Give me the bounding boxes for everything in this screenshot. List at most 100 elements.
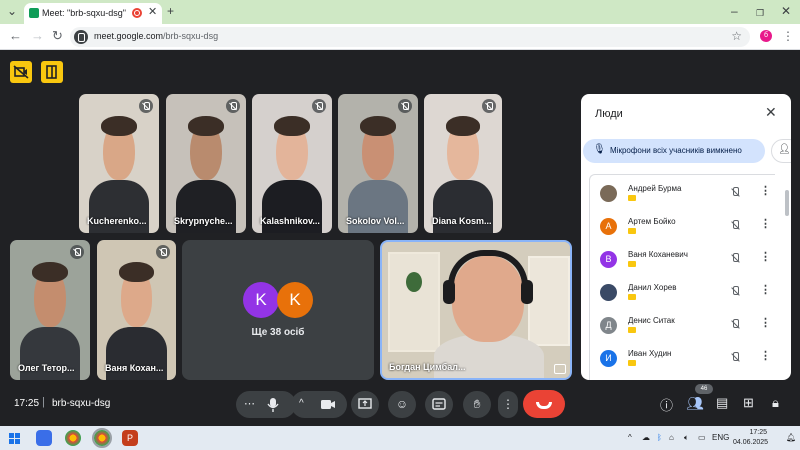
participant-name: Diana Kosm... [432,216,492,226]
present-screen-button[interactable] [351,391,379,418]
mute-all-status-chip[interactable]: 🎙︎ Мікрофони всіх учасників вимкнено [583,139,765,163]
people-icon[interactable]: 👥︎ [686,395,704,412]
headphone-cup-right [521,280,533,304]
tray-language[interactable]: ENG [712,433,729,442]
reactions-button[interactable]: ☺ [388,391,416,418]
self-video-tile[interactable]: Богдан Цимбал... [380,240,572,380]
tray-volume-icon[interactable]: 🔈︎ [684,433,689,443]
tray-chevron-icon[interactable]: ^ [628,433,632,442]
participant-7-tile[interactable]: Ваня Кохан... [97,240,176,380]
chat-icon[interactable]: ▤ [716,395,728,411]
meeting-clock: 17:25 [14,398,40,409]
person-more-options-icon[interactable]: ⋮ [760,217,771,230]
end-call-button[interactable] [523,390,565,418]
person-mic-off-icon[interactable] [730,319,740,330]
maximize-window-button[interactable]: ❐ [756,6,764,20]
minimize-window-button[interactable]: – [731,4,738,18]
forward-arrow-icon[interactable]: → [31,29,44,43]
more-participants-tile[interactable]: K K Ще 38 осіб [182,240,374,380]
person-mic-off-icon[interactable] [730,220,740,231]
reload-icon[interactable]: ↻ [52,29,63,43]
host-controls-icon[interactable]: 🔒︎ [772,395,779,411]
taskbar-powerpoint-icon[interactable]: P [122,430,138,446]
participant-4-tile[interactable]: Sokolov Vol... [338,94,418,233]
tray-network-icon[interactable]: ⌂ [669,433,674,442]
camera-off-notice-icon[interactable] [10,61,32,83]
new-tab-button[interactable]: + [167,4,174,18]
taskbar-clock[interactable]: 17:25 [733,429,767,436]
person-mic-off-icon[interactable] [730,286,740,297]
recording-indicator-icon [132,8,142,18]
video-options-chevron-icon[interactable]: ^ [299,390,304,417]
activities-notice-icon[interactable] [41,61,63,83]
person-mic-off-icon[interactable] [730,187,740,198]
participant-name: Ваня Кохан... [105,363,164,373]
participant-5-tile[interactable]: Diana Kosm... [424,94,502,233]
person-more-options-icon[interactable]: ⋮ [760,283,771,296]
notifications-bell-icon[interactable]: 🔔︎ [786,433,796,442]
emoji-smile-icon: ☺ [395,397,409,411]
taskbar-date[interactable]: 04.06.2025 [733,439,768,446]
audio-options-icon[interactable]: ⋯ [244,391,255,418]
site-info-icon[interactable] [74,30,88,44]
tray-battery-icon[interactable]: ▭ [698,433,706,442]
browser-tab-bar: ⌄ Meet: "brb-sqxu-dsg" ✕ + – ❐ ✕ [0,0,800,24]
role-tag-icon [628,228,636,234]
profile-avatar[interactable]: б [760,30,772,42]
panel-scrollbar[interactable] [785,190,789,216]
url-host: meet.google.com [94,31,164,41]
taskbar-chrome-active-icon[interactable] [92,428,112,448]
browser-menu-icon[interactable]: ⋮ [782,29,794,43]
tray-cloud-icon[interactable]: ☁ [642,433,650,442]
more-participants-label: Ще 38 осіб [251,327,305,338]
participant-2-tile[interactable]: Skrypnyche... [166,94,246,233]
more-options-button[interactable]: ⋮ [498,391,518,418]
close-window-button[interactable]: ✕ [781,4,791,18]
meeting-details-icon[interactable]: ⓘ [660,395,673,414]
participant-6-tile[interactable]: Олег Тетор... [10,240,90,380]
person-more-options-icon[interactable]: ⋮ [760,250,771,263]
more-avatar-1: K [243,282,279,318]
close-panel-icon[interactable]: ✕ [765,104,777,121]
participant-1-tile[interactable]: Kucherenko... [79,94,159,233]
person-more-options-icon[interactable]: ⋮ [760,316,771,329]
browser-tab[interactable]: Meet: "brb-sqxu-dsg" ✕ [24,3,162,24]
people-list-item[interactable]: Андрей Бурма ⋮ [590,177,776,210]
person-more-options-icon[interactable]: ⋮ [760,184,771,197]
person-mic-off-icon[interactable] [730,253,740,264]
windows-start-icon[interactable] [9,433,20,444]
people-list-item[interactable]: А Артем Бойко ⋮ [590,210,776,243]
person-avatar: В [600,251,617,268]
tray-bluetooth-icon[interactable]: ᛒ [657,433,662,442]
person-name: Артем Бойко [628,217,676,226]
muted-mic-icon [139,99,153,113]
tab-search-chevron-icon[interactable]: ⌄ [7,4,17,18]
present-screen-icon [358,398,372,409]
activities-icon[interactable]: ⊞ [743,395,754,411]
taskbar-chrome-icon[interactable] [65,430,81,446]
pip-icon[interactable] [554,364,566,374]
tab-close-icon[interactable]: ✕ [148,5,157,18]
participant-3-tile[interactable]: Kalashnikov... [252,94,332,233]
mute-all-label: Мікрофони всіх учасників вимкнено [610,146,742,155]
people-list-item[interactable]: Данил Хорев ⋮ [590,276,776,309]
people-list-item[interactable]: И Иван Худин ⋮ [590,342,776,375]
tab-title: Meet: "brb-sqxu-dsg" [42,8,126,18]
raise-hand-button[interactable]: ✋︎ [463,391,491,418]
people-list-item[interactable]: Д Денис Ситак ⋮ [590,309,776,342]
bookmark-star-icon[interactable]: ☆ [731,29,742,43]
back-arrow-icon[interactable]: ← [9,29,22,43]
person-more-options-icon[interactable]: ⋮ [760,349,771,362]
taskbar-app-people-icon[interactable] [36,430,52,446]
camera-control-group: ^ [291,391,347,418]
person-mic-off-icon[interactable] [730,352,740,363]
participant-name: Kucherenko... [87,216,147,226]
add-people-button[interactable]: 👤︎ [771,139,791,163]
camera-toggle-button[interactable] [319,391,337,428]
captions-button[interactable] [425,391,453,418]
participant-hair [119,262,154,282]
url-omnibox[interactable]: meet.google.com/brb-sqxu-dsg ☆ [70,27,750,47]
muted-mic-icon [226,99,240,113]
people-list-item[interactable]: В Ваня Коханевич ⋮ [590,243,776,276]
microphone-toggle-button[interactable] [266,391,280,428]
